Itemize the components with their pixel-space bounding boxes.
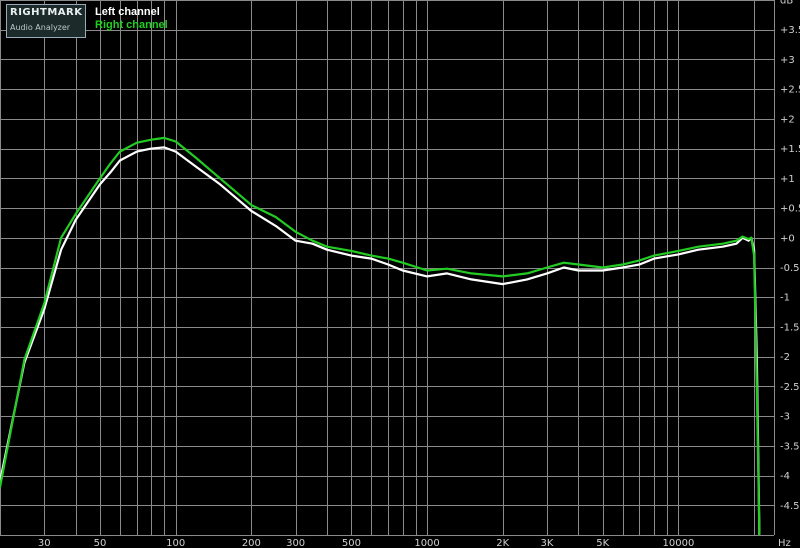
rightmark-logo: RIGHTMARK Audio Analyzer [6, 4, 86, 38]
y-tick-label: -4 [780, 471, 790, 482]
x-tick-label: 100 [166, 538, 185, 548]
x-tick-label: 10000 [663, 538, 695, 548]
y-tick-label: +1.5 [780, 144, 800, 155]
y-tick-label: -1.5 [780, 322, 800, 333]
chart-grid [0, 0, 775, 536]
legend-left-channel: Left channel [95, 6, 160, 18]
logo-product-text: Audio Analyzer [10, 23, 71, 32]
y-tick-label: dB [780, 0, 793, 7]
y-tick-label: +3.5 [780, 25, 800, 36]
x-tick-label: 300 [286, 538, 305, 548]
x-tick-label: 5K [596, 538, 609, 548]
series-line-right-channel [0, 136, 761, 536]
x-tick-label: 50 [94, 538, 107, 548]
x-tick-label: 500 [342, 538, 361, 548]
y-tick-label: +3 [780, 55, 795, 66]
legend-right-channel: Right channel [95, 19, 168, 31]
y-tick-label: -2.5 [780, 382, 800, 393]
x-tick-label: 30 [38, 538, 51, 548]
y-tick-label: -0.5 [780, 263, 800, 274]
y-tick-label: -4.5 [780, 501, 800, 512]
x-tick-label: 3K [541, 538, 554, 548]
frequency-response-chart: dB +3.5 +3 +2.5 +2 +1.5 +1 +0.5 +0 -0.5 -1 -1.5 -2 -2… [0, 0, 800, 548]
chart-series-layer [0, 136, 761, 536]
y-tick-label: -3.5 [780, 441, 800, 452]
y-tick-label: +2.5 [780, 85, 800, 96]
logo-brand-text: RIGHTMARK [10, 7, 83, 18]
y-tick-label: -2 [780, 352, 790, 363]
y-tick-label: -3 [780, 412, 790, 423]
x-tick-label: 200 [242, 538, 261, 548]
y-axis-tick-labels: dB +3.5 +3 +2.5 +2 +1.5 +1 +0.5 +0 -0.5 -1 -1.5 -2 -2… [780, 0, 800, 512]
y-tick-label: +2 [780, 114, 795, 125]
y-tick-label: +1 [780, 174, 795, 185]
y-tick-label: -1 [780, 293, 790, 304]
y-tick-label: +0 [780, 233, 795, 244]
x-tick-label: 2K [496, 538, 509, 548]
x-axis-unit-label: Hz [778, 538, 791, 548]
x-axis-tick-labels: 30 50 100 200 300 500 1000 2K 3K 5K 10000 [38, 538, 694, 548]
y-tick-label: +0.5 [780, 204, 800, 215]
x-tick-label: 1000 [414, 538, 439, 548]
